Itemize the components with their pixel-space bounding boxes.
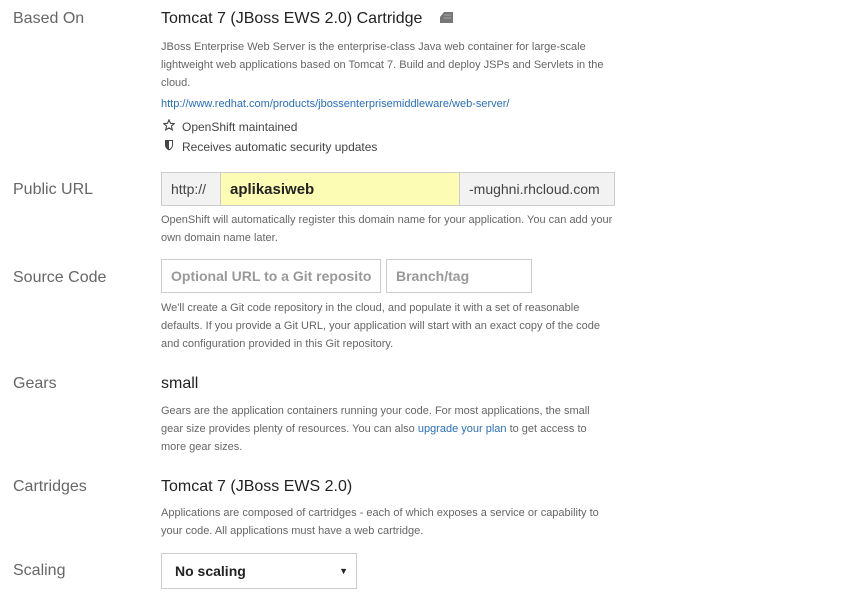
caret-down-icon: ▼ [339,566,348,576]
app-name-input[interactable] [220,172,460,206]
cartridge-title-text: Tomcat 7 (JBoss EWS 2.0) Cartridge [161,10,423,27]
branch-input[interactable] [386,259,532,293]
shield-icon [163,139,182,154]
product-link-wrap: http://www.redhat.com/products/jbossente… [161,95,509,113]
cartridge-title: Tomcat 7 (JBoss EWS 2.0) Cartridge [161,10,454,29]
source-code-label: Source Code [13,269,107,286]
git-url-input[interactable] [161,259,381,293]
public-url-group: http:// -mughni.rhcloud.com [161,172,615,206]
public-url-label: Public URL [13,181,94,198]
cartridge-icon [439,11,454,29]
feature-text: OpenShift maintained [182,119,298,134]
cartridge-value: Tomcat 7 (JBoss EWS 2.0) [161,478,353,495]
url-suffix: -mughni.rhcloud.com [460,172,615,206]
based-on-label: Based On [13,10,85,27]
scaling-selected: No scaling [175,563,246,579]
cartridges-label: Cartridges [13,478,87,495]
feature-text: Receives automatic security updates [182,139,378,154]
cartridges-help: Applications are composed of cartridges … [161,507,599,537]
url-prefix: http:// [161,172,220,206]
public-url-help: OpenShift will automatically register th… [161,214,613,244]
scaling-label: Scaling [13,562,66,579]
based-on-description: JBoss Enterprise Web Server is the enter… [161,41,604,89]
gears-label: Gears [13,375,57,392]
feature-security: Receives automatic security updates [163,139,377,154]
source-code-help: We'll create a Git code repository in th… [161,302,601,350]
gears-help: Gears are the application containers run… [161,402,611,456]
star-icon [162,118,182,134]
upgrade-plan-link[interactable]: upgrade your plan [418,423,507,435]
gear-size-value: small [161,375,199,392]
scaling-select[interactable]: No scaling ▼ [161,553,357,589]
product-link[interactable]: http://www.redhat.com/products/jbossente… [161,98,509,110]
feature-maintained: OpenShift maintained [162,118,298,134]
